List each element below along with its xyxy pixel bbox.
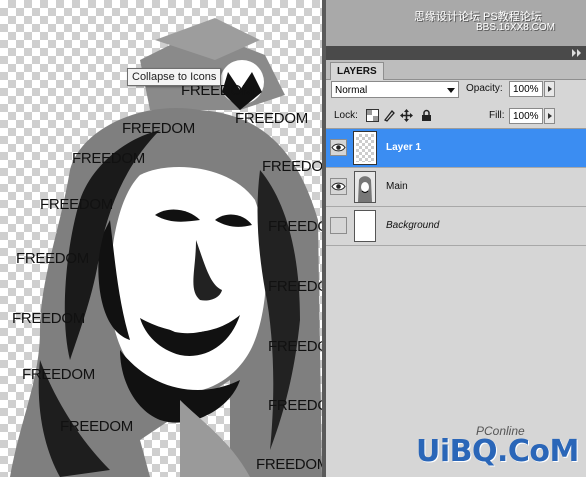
fill-label: Fill:	[489, 110, 505, 121]
eye-icon	[331, 143, 346, 152]
visibility-toggle[interactable]	[330, 217, 347, 234]
layer-name[interactable]: Layer 1	[386, 142, 421, 153]
opacity-label: Opacity:	[466, 83, 503, 94]
blend-mode-value: Normal	[335, 85, 368, 96]
layers-list: Layer 1 Main Background	[326, 129, 586, 477]
collapse-arrows-icon[interactable]	[572, 49, 582, 57]
lock-position-icon[interactable]	[400, 109, 413, 122]
panel-titlebar[interactable]	[326, 46, 586, 60]
freedom-text: FREEDOM	[256, 456, 322, 473]
freedom-text: FREEDOM	[12, 310, 85, 327]
tab-layers[interactable]: LAYERS	[330, 62, 384, 80]
freedom-text: FREEDOM	[22, 366, 95, 383]
visibility-toggle[interactable]	[330, 178, 347, 195]
freedom-text: FREEDOM	[40, 196, 113, 213]
freedom-text: FREEDOM	[122, 120, 195, 137]
fill-input[interactable]: 100%	[509, 108, 543, 124]
blend-mode-select[interactable]: Normal	[331, 81, 459, 98]
layer-thumbnail	[354, 171, 376, 203]
tooltip-collapse-to-icons: Collapse to Icons	[127, 68, 222, 86]
fill-slider-button[interactable]	[544, 108, 555, 124]
layer-thumbnail	[353, 131, 377, 165]
opacity-input[interactable]: 100%	[509, 81, 543, 97]
freedom-text: FREEDOM	[268, 397, 322, 414]
dock-header: 思缘设计论坛 PS教程论坛 BBS.16XX8.COM	[326, 0, 586, 46]
layer-row-background[interactable]: Background	[326, 207, 586, 246]
layers-panel-dock: 思缘设计论坛 PS教程论坛 BBS.16XX8.COM LAYERS Norma…	[326, 0, 586, 477]
portrait-thumbnail-icon	[355, 172, 375, 202]
layer-name[interactable]: Background	[386, 220, 439, 231]
visibility-toggle[interactable]	[330, 139, 347, 156]
chevron-down-icon	[447, 88, 455, 93]
lock-transparency-icon[interactable]	[366, 109, 379, 122]
eye-icon	[331, 182, 346, 191]
freedom-text: FREEDOM	[72, 150, 145, 167]
freedom-text: FREEDOM	[262, 158, 322, 175]
layer-row-layer-1[interactable]: Layer 1	[326, 129, 586, 168]
lock-all-icon[interactable]	[420, 109, 433, 122]
layer-thumbnail	[354, 210, 376, 242]
layer-row-main[interactable]: Main	[326, 168, 586, 207]
panel-tabbar: LAYERS	[326, 60, 586, 80]
freedom-text: FREEDOM	[268, 338, 322, 355]
freedom-text: FREEDOM	[268, 278, 322, 295]
watermark-logo: UiBQ.CoM	[416, 434, 579, 469]
blend-opacity-row: Normal Opacity: 100%	[326, 80, 586, 102]
freedom-text: FREEDOM	[60, 418, 133, 435]
freedom-text: FREEDOM	[268, 218, 322, 235]
freedom-text: FREEDOM	[235, 110, 308, 127]
watermark-url: BBS.16XX8.COM	[476, 22, 555, 33]
lock-fill-row: Lock: Fill: 100%	[326, 104, 586, 129]
lock-label: Lock:	[334, 110, 358, 121]
freedom-text: FREEDOM	[16, 250, 89, 267]
opacity-slider-button[interactable]	[544, 81, 555, 97]
layer-name[interactable]: Main	[386, 181, 408, 192]
lock-image-pixels-icon[interactable]	[383, 109, 396, 122]
